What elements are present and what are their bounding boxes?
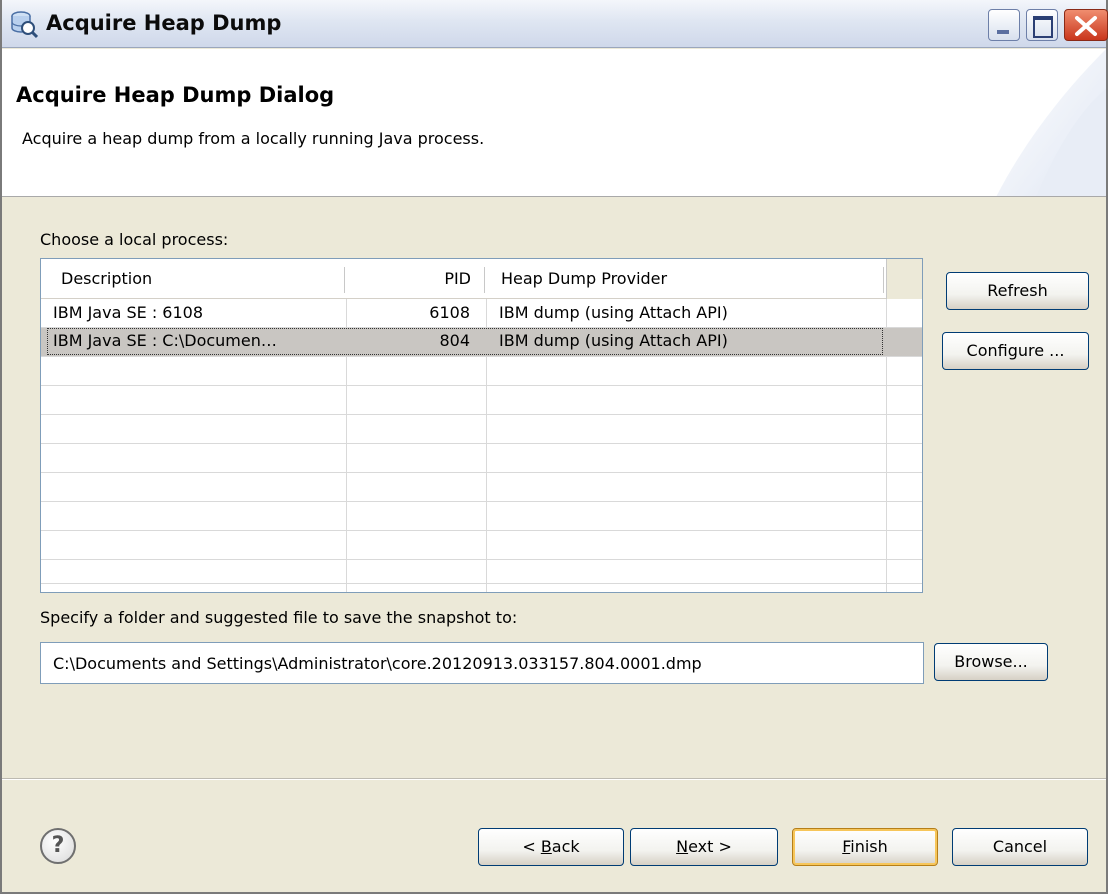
cell-provider: IBM dump (using Attach API) bbox=[499, 331, 728, 350]
column-header-pid[interactable]: PID bbox=[431, 269, 471, 288]
table-row[interactable]: IBM Java SE : 6108 6108 IBM dump (using … bbox=[41, 300, 922, 328]
maximize-icon[interactable] bbox=[1026, 9, 1058, 41]
refresh-button[interactable]: Refresh bbox=[946, 272, 1089, 310]
cell-description: IBM Java SE : C:\Documen… bbox=[53, 331, 277, 350]
table-header: Description PID Heap Dump Provider bbox=[41, 259, 922, 299]
process-table[interactable]: Description PID Heap Dump Provider IBM J… bbox=[40, 258, 923, 593]
cancel-button[interactable]: Cancel bbox=[952, 828, 1088, 866]
minimize-icon[interactable] bbox=[988, 9, 1020, 41]
heap-dump-app-icon bbox=[11, 11, 38, 39]
configure-button[interactable]: Configure ... bbox=[942, 332, 1089, 370]
table-row-selected[interactable]: IBM Java SE : C:\Documen… 804 IBM dump (… bbox=[41, 328, 922, 356]
cell-pid: 804 bbox=[439, 331, 470, 350]
cell-provider: IBM dump (using Attach API) bbox=[499, 303, 728, 322]
column-header-description[interactable]: Description bbox=[61, 269, 152, 288]
column-header-provider[interactable]: Heap Dump Provider bbox=[501, 269, 667, 288]
banner-title: Acquire Heap Dump Dialog bbox=[16, 83, 335, 107]
window-title: Acquire Heap Dump bbox=[46, 11, 282, 35]
cell-description: IBM Java SE : 6108 bbox=[53, 303, 204, 322]
finish-button[interactable]: Finish bbox=[792, 828, 938, 866]
snapshot-path-field[interactable] bbox=[40, 642, 924, 684]
cell-pid: 6108 bbox=[429, 303, 470, 322]
banner-description: Acquire a heap dump from a locally runni… bbox=[22, 129, 485, 148]
acquire-heap-dump-window: Acquire Heap Dump Acquire Heap Dump Dial… bbox=[0, 0, 1108, 894]
close-icon[interactable] bbox=[1064, 9, 1108, 41]
choose-process-label: Choose a local process: bbox=[40, 230, 229, 249]
banner-decoration bbox=[996, 49, 1106, 196]
footer-separator bbox=[2, 778, 1106, 780]
browse-button[interactable]: Browse... bbox=[934, 643, 1048, 681]
back-button[interactable]: < Back bbox=[478, 828, 624, 866]
next-button[interactable]: Next > bbox=[630, 828, 778, 866]
snapshot-folder-label: Specify a folder and suggested file to s… bbox=[40, 608, 518, 627]
help-icon[interactable]: ? bbox=[40, 828, 76, 864]
title-bar[interactable]: Acquire Heap Dump bbox=[2, 0, 1108, 48]
wizard-banner: Acquire Heap Dump Dialog Acquire a heap … bbox=[2, 49, 1106, 197]
